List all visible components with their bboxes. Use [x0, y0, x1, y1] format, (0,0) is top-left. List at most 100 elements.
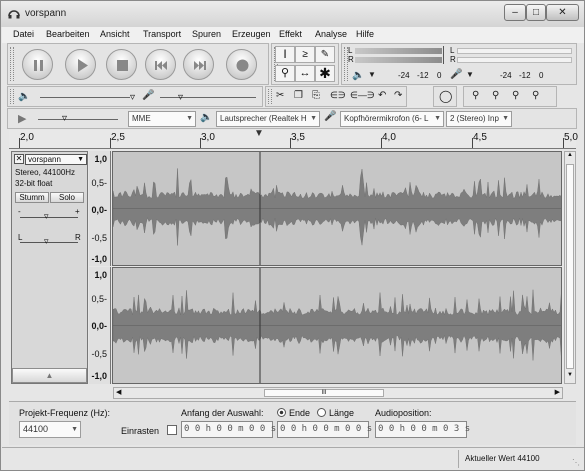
timeshift-tool-icon[interactable]: ↔ [295, 65, 315, 82]
zoom-out-icon[interactable]: ⚲ [492, 90, 499, 101]
speaker-icon[interactable]: 🔈 [352, 70, 364, 81]
dropdown-arrow-icon: ▼ [310, 115, 317, 122]
redo-icon[interactable]: ↷ [394, 90, 402, 101]
menu-transport[interactable]: Transport [143, 29, 181, 39]
waveform-left-channel[interactable] [112, 151, 562, 266]
scale-label: 0,5- [91, 294, 107, 304]
stop-button[interactable] [106, 49, 137, 80]
menu-ansicht[interactable]: Ansicht [100, 29, 130, 39]
ruler-label: 3,5 [291, 132, 305, 143]
pan-slider[interactable] [20, 242, 78, 243]
timeline-ruler[interactable]: 2,0 2,5 3,0 3,5 4,0 4,5 5,0 ▼ [9, 128, 578, 149]
zoom-in-icon[interactable]: ⚲ [472, 90, 479, 101]
sync-lock-icon[interactable]: ◯ [439, 89, 452, 103]
toolbar-grip[interactable] [10, 89, 14, 104]
playback-meter-menu-arrow-icon[interactable]: ▼ [368, 70, 376, 79]
selection-tool-icon[interactable]: I [275, 46, 295, 63]
solo-button[interactable]: Solo [50, 192, 84, 203]
close-track-icon[interactable]: ✕ [14, 154, 24, 164]
trim-icon[interactable]: ∈∋ [330, 90, 346, 101]
menu-analyse[interactable]: Analyse [315, 29, 347, 39]
record-meter-left-label: L [450, 46, 455, 55]
menu-hilfe[interactable]: Hilfe [356, 29, 374, 39]
gain-slider-thumb[interactable]: ▿ [44, 211, 49, 222]
gain-slider[interactable] [20, 217, 78, 218]
track-name-menu[interactable]: vorspann ▼ [25, 154, 87, 165]
play-speed-thumb[interactable]: ▿ [62, 113, 67, 124]
horizontal-scrollbar[interactable]: ◀ III ▶ [113, 387, 563, 399]
ruler-major-tick [472, 138, 473, 148]
play-button[interactable] [65, 49, 96, 80]
output-volume-slider[interactable] [40, 97, 130, 98]
output-device-select[interactable]: Lautsprecher (Realtek H ▼ [216, 111, 320, 127]
pause-button[interactable] [22, 49, 53, 80]
maximize-button[interactable]: □ [526, 4, 546, 21]
silence-icon[interactable]: ∈—∋ [350, 90, 375, 101]
audacity-logo-icon [8, 7, 20, 19]
skip-to-end-button[interactable] [183, 49, 214, 80]
snap-checkbox[interactable] [167, 425, 177, 435]
selection-start-time[interactable]: 0 0 h 0 0 m 0 0 s [181, 421, 276, 438]
toolbar-grip[interactable] [10, 47, 14, 81]
waveform-right-channel[interactable] [112, 267, 562, 384]
selection-start-label: Anfang der Auswahl: [181, 408, 264, 418]
scroll-right-icon[interactable]: ▶ [555, 388, 560, 396]
vertical-scale-left[interactable]: 1,0 0,5- 0,0- -0,5 -1,0 [89, 151, 111, 266]
multi-tool-icon[interactable]: ✱ [315, 65, 335, 82]
minimize-button[interactable]: – [504, 4, 526, 21]
record-tick-neg24: -24 [500, 71, 512, 80]
horizontal-scroll-thumb[interactable]: III [264, 389, 384, 397]
input-device-select[interactable]: Kopfhörermikrofon (6- L ▼ [340, 111, 444, 127]
skip-to-start-button[interactable] [145, 49, 176, 80]
zoom-tool-icon[interactable]: ⚲ [275, 65, 295, 82]
selection-end-time[interactable]: 0 0 h 0 0 m 0 0 s [277, 421, 372, 438]
audio-host-select[interactable]: MME ▼ [128, 111, 196, 127]
scale-label: 0,0- [91, 321, 107, 331]
input-channels-select[interactable]: 2 (Stereo) Inp ▼ [446, 111, 512, 127]
end-option-label: Ende [289, 408, 311, 418]
end-radio[interactable] [277, 408, 286, 417]
envelope-tool-icon[interactable]: ≥ [295, 46, 315, 63]
pan-slider-thumb[interactable]: ▿ [44, 236, 49, 247]
play-at-speed-icon[interactable]: ▶ [18, 112, 26, 125]
toolbar-grip[interactable] [268, 89, 272, 104]
close-button[interactable]: ✕ [546, 4, 579, 21]
menu-effekt[interactable]: Effekt [279, 29, 302, 39]
solo-label: Solo [58, 193, 75, 202]
scroll-up-icon[interactable]: ▲ [567, 152, 573, 158]
resize-grip-icon[interactable]: ⋱ [572, 458, 580, 467]
record-meter-right [457, 57, 572, 63]
menu-datei[interactable]: Datei [13, 29, 34, 39]
menu-erzeugen[interactable]: Erzeugen [232, 29, 271, 39]
output-volume-thumb[interactable]: ▿ [130, 92, 135, 103]
cut-icon[interactable]: ✂ [276, 90, 284, 101]
playback-tick-neg24: -24 [398, 71, 410, 80]
fit-project-icon[interactable]: ⚲ [532, 90, 539, 101]
length-radio[interactable] [317, 408, 326, 417]
input-volume-slider[interactable] [160, 97, 256, 98]
collapse-track-button[interactable]: ▲ [12, 368, 87, 383]
fit-selection-icon[interactable]: ⚲ [512, 90, 519, 101]
audio-position-time[interactable]: 0 0 h 0 0 m 0 3 s [375, 421, 470, 438]
vertical-scroll-thumb[interactable] [566, 164, 574, 369]
menu-spuren[interactable]: Spuren [192, 29, 221, 39]
play-speed-slider[interactable] [38, 119, 118, 120]
record-button[interactable] [226, 49, 257, 80]
scroll-left-icon[interactable]: ◀ [116, 388, 121, 396]
paste-icon[interactable]: ⎘ [312, 90, 320, 101]
ruler-label: 5,0 [564, 132, 578, 143]
vertical-scale-right[interactable]: 1,0 0,5- 0,0- -0,5 -1,0 [89, 267, 111, 384]
microphone-icon[interactable]: 🎤 [450, 69, 462, 80]
undo-icon[interactable]: ↶ [378, 90, 386, 101]
menu-bearbeiten[interactable]: Bearbeiten [46, 29, 90, 39]
copy-icon[interactable]: ❐ [294, 90, 303, 101]
input-volume-thumb[interactable]: ▿ [178, 92, 183, 103]
playhead-marker-icon[interactable]: ▼ [254, 128, 264, 139]
edit-toolbar: ✂ ❐ ⎘ ∈∋ ∈—∋ ↶ ↷ [265, 86, 407, 107]
draw-tool-icon[interactable]: ✎ [315, 46, 335, 63]
scroll-down-icon[interactable]: ▼ [567, 372, 573, 378]
record-meter-menu-arrow-icon[interactable]: ▼ [466, 70, 474, 79]
project-rate-select[interactable]: 44100 ▼ [19, 421, 81, 438]
mute-button[interactable]: Stumm [15, 192, 49, 203]
vertical-scrollbar[interactable]: ▲ ▼ [564, 151, 576, 384]
